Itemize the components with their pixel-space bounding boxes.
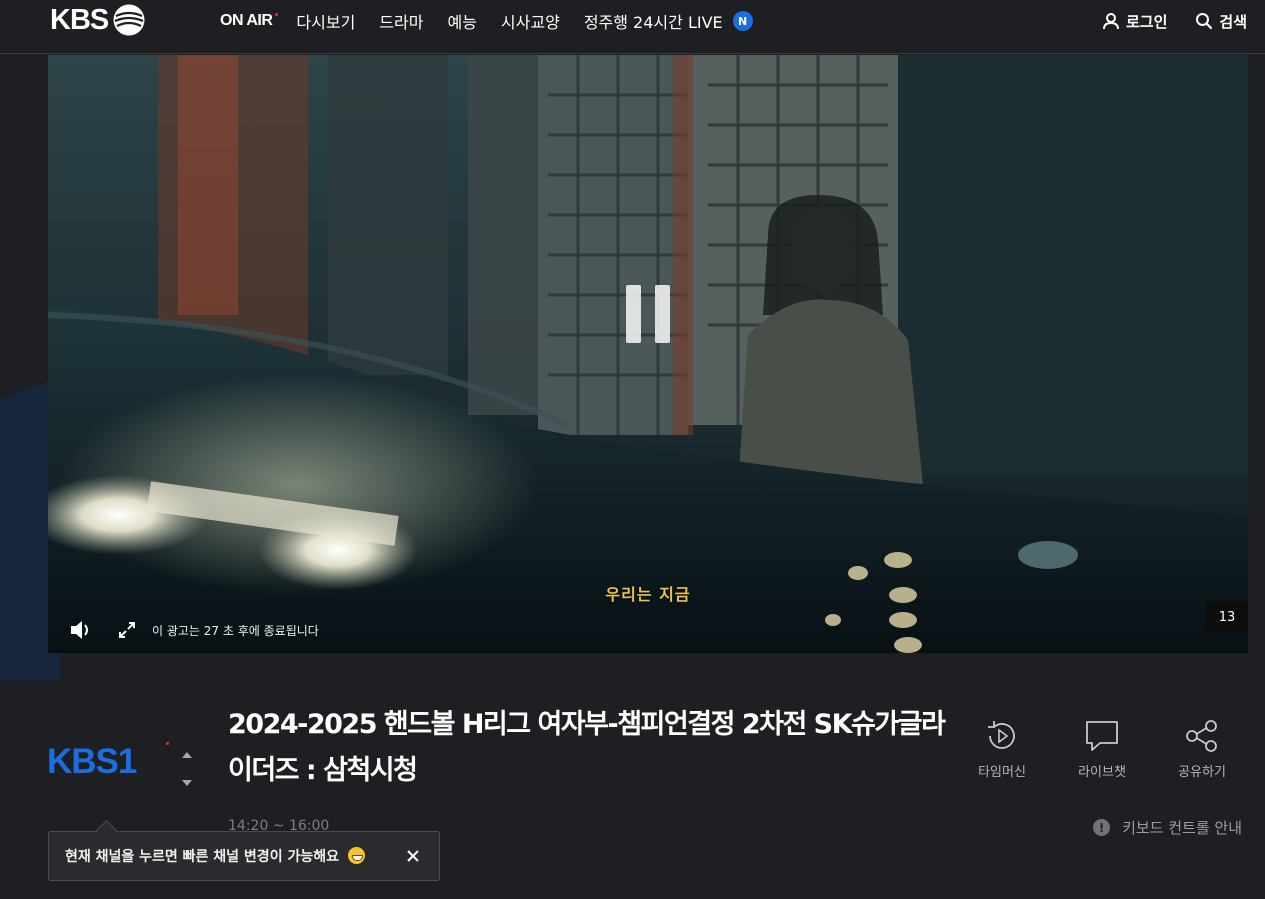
channel-switcher <box>181 752 193 786</box>
share-label: 공유하기 <box>1178 765 1226 780</box>
nav-drama-label: 드라마 <box>379 13 424 32</box>
volume-button[interactable] <box>68 617 94 643</box>
nav-replay[interactable]: 다시보기 <box>296 9 355 33</box>
nav-onair-label: ON AIR <box>220 12 273 29</box>
tooltip-message: 현재 채널을 누르면 빠른 채널 변경이 가능해요 <box>65 849 339 865</box>
header-actions: 로그인 검색 <box>1102 0 1247 42</box>
livechat-label: 라이브챗 <box>1078 765 1126 780</box>
chat-icon <box>1082 716 1122 756</box>
timemachine-button[interactable]: 타임머신 <box>966 716 1038 780</box>
nav-current-affairs[interactable]: 시사교양 <box>501 9 560 33</box>
video-subtitle: 우리는 지금 <box>605 585 691 604</box>
logo-text: KBS <box>50 3 109 36</box>
channel-dot <box>166 742 169 745</box>
video-player[interactable]: 우리는 지금 이 광고는 27 초 후에 종료됩니다 13 <box>48 55 1248 653</box>
pause-bar-left <box>626 285 641 343</box>
search-label: 검색 <box>1219 12 1247 31</box>
nav-drama[interactable]: 드라마 <box>379 9 423 33</box>
kbs-logo[interactable]: KBS <box>50 2 146 38</box>
fullscreen-button[interactable] <box>114 617 140 643</box>
channel-name: KBS1 <box>47 742 137 781</box>
onair-dot <box>275 13 279 16</box>
share-icon <box>1182 716 1222 756</box>
video-frame <box>48 55 1248 653</box>
kbs-logo-icon <box>113 4 145 36</box>
share-button[interactable]: 공유하기 <box>1166 716 1238 780</box>
tooltip-text: 현재 채널을 누르면 빠른 채널 변경이 가능해요 <box>65 846 365 866</box>
volume-icon <box>71 621 88 639</box>
nav-onair[interactable]: ON AIR <box>220 12 279 30</box>
channel-logo[interactable]: KBS1 <box>47 740 169 784</box>
search-icon <box>1196 13 1213 30</box>
pause-button[interactable] <box>626 285 670 343</box>
timemachine-label: 타임머신 <box>978 765 1026 780</box>
nav-24h-live[interactable]: 정주행 24시간 LIVE N <box>584 9 753 33</box>
keyboard-guide-link[interactable]: ! 키보드 컨트롤 안내 <box>1093 817 1242 838</box>
channel-tip-tooltip: 현재 채널을 누르면 빠른 채널 변경이 가능해요 <box>48 831 440 881</box>
nav-24h-live-label: 정주행 24시간 LIVE <box>583 13 723 32</box>
nav-replay-label: 다시보기 <box>296 13 356 32</box>
close-icon[interactable] <box>404 847 422 865</box>
site-header: KBS ON AIR 다시보기 드라마 예능 시사교양 정주행 24시간 LIV… <box>0 0 1265 54</box>
user-icon <box>1102 13 1119 30</box>
grin-emoji-icon <box>347 847 365 864</box>
player-controls: 이 광고는 27 초 후에 종료됩니다 <box>68 617 319 643</box>
main-nav: ON AIR 다시보기 드라마 예능 시사교양 정주행 24시간 LIVE N <box>220 0 777 42</box>
nav-entertainment-label: 예능 <box>447 13 477 32</box>
program-title: 2024-2025 핸드볼 H리그 여자부-챔피언결정 2차전 SK슈가글라이더… <box>228 709 946 786</box>
search-button[interactable]: 검색 <box>1195 11 1247 32</box>
new-badge: N <box>732 11 753 31</box>
login-button[interactable]: 로그인 <box>1102 11 1167 32</box>
login-label: 로그인 <box>1125 12 1168 31</box>
expand-icon <box>119 622 135 638</box>
program-actions: 타임머신 라이브챗 공유하기 <box>966 716 1238 780</box>
ad-skip-counter: 13 <box>1206 601 1248 634</box>
ad-countdown-text: 이 광고는 27 초 후에 종료됩니다 <box>152 623 319 638</box>
pause-bar-right <box>655 285 670 343</box>
keyboard-guide-label: 키보드 컨트롤 안내 <box>1122 819 1242 837</box>
channel-up-arrow-icon[interactable] <box>182 752 192 758</box>
nav-current-affairs-label: 시사교양 <box>500 13 560 32</box>
channel-down-arrow-icon[interactable] <box>182 780 192 786</box>
timemachine-icon <box>982 716 1022 756</box>
nav-entertainment[interactable]: 예능 <box>447 9 476 33</box>
info-icon: ! <box>1093 819 1111 836</box>
livechat-button[interactable]: 라이브챗 <box>1066 716 1138 780</box>
